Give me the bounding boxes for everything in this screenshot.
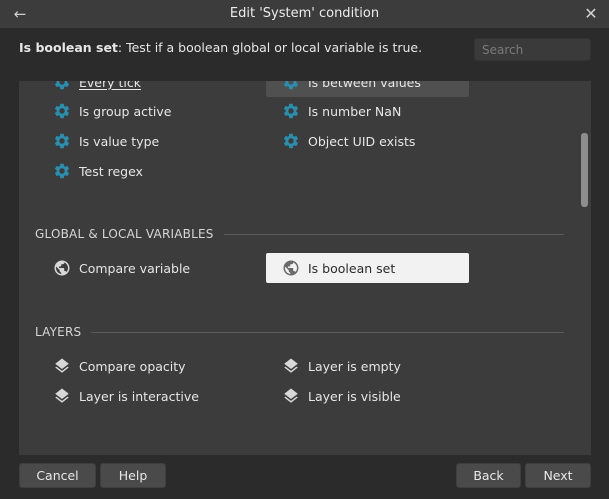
layers-icon (282, 387, 300, 405)
cancel-button[interactable]: Cancel (19, 463, 96, 488)
list-item-label: Object UID exists (308, 133, 416, 149)
gear-icon (53, 162, 71, 180)
list-item-label: Every tick (79, 81, 141, 90)
condition-description-text: : Test if a boolean global or local vari… (117, 40, 423, 55)
condition-name: Is boolean set (19, 40, 118, 55)
section-header-layers: LAYERS (35, 322, 564, 342)
list-item-every-tick[interactable]: Every tick (37, 81, 237, 97)
layers-icon (53, 387, 71, 405)
next-button[interactable]: Next (525, 463, 591, 488)
section-title: LAYERS (35, 325, 82, 339)
globe-icon (282, 259, 300, 277)
list-item-label: Is between values (308, 81, 421, 90)
list-scrollbar[interactable] (580, 81, 588, 455)
gear-icon (53, 81, 71, 91)
list-item-is-number-nan[interactable]: Is number NaN (266, 96, 469, 126)
list-item-label: Layer is interactive (79, 388, 199, 404)
gear-icon (282, 132, 300, 150)
list-item-layer-is-empty[interactable]: Layer is empty (266, 351, 469, 381)
list-item-label: Compare variable (79, 260, 191, 276)
title-bar: ← Edit 'System' condition ✕ (0, 0, 609, 28)
help-button[interactable]: Help (100, 463, 166, 488)
section-divider (91, 331, 564, 333)
gear-icon (282, 102, 300, 120)
list-item-test-regex[interactable]: Test regex (37, 156, 237, 186)
list-item-label: Is value type (79, 133, 160, 149)
list-item-is-between-values[interactable]: Is between values (266, 81, 469, 97)
list-item-label: Compare opacity (79, 358, 186, 374)
list-item-compare-variable[interactable]: Compare variable (37, 253, 237, 283)
list-item-layer-is-visible[interactable]: Layer is visible (266, 381, 469, 411)
list-item-label: Is number NaN (308, 103, 402, 119)
gear-icon (53, 102, 71, 120)
globe-icon (53, 259, 71, 277)
list-item-layer-is-interactive[interactable]: Layer is interactive (37, 381, 237, 411)
section-divider (223, 233, 564, 235)
scrollbar-thumb[interactable] (581, 133, 588, 207)
list-item-label: Layer is visible (308, 388, 401, 404)
list-item-label: Test regex (79, 163, 143, 179)
section-header-variables: GLOBAL & LOCAL VARIABLES (35, 224, 564, 244)
condition-list: Every tick Is between values Is group ac… (19, 81, 591, 455)
list-item-is-boolean-set[interactable]: Is boolean set (266, 253, 469, 283)
list-item-label: Is boolean set (308, 260, 396, 276)
list-item-label: Is group active (79, 103, 172, 119)
list-item-compare-opacity[interactable]: Compare opacity (37, 351, 237, 381)
gear-icon (282, 81, 300, 91)
gear-icon (53, 132, 71, 150)
list-item-object-uid-exists[interactable]: Object UID exists (266, 126, 469, 156)
section-title: GLOBAL & LOCAL VARIABLES (35, 227, 214, 241)
layers-icon (282, 357, 300, 375)
window-title: Edit 'System' condition (229, 6, 380, 21)
close-icon[interactable]: ✕ (581, 4, 601, 24)
list-item-is-value-type[interactable]: Is value type (37, 126, 237, 156)
list-item-label: Layer is empty (308, 358, 401, 374)
search-input[interactable] (474, 38, 591, 61)
list-item-is-group-active[interactable]: Is group active (37, 96, 237, 126)
condition-description: Is boolean set: Test if a boolean global… (19, 40, 422, 55)
back-button[interactable]: Back (456, 463, 521, 488)
layers-icon (53, 357, 71, 375)
